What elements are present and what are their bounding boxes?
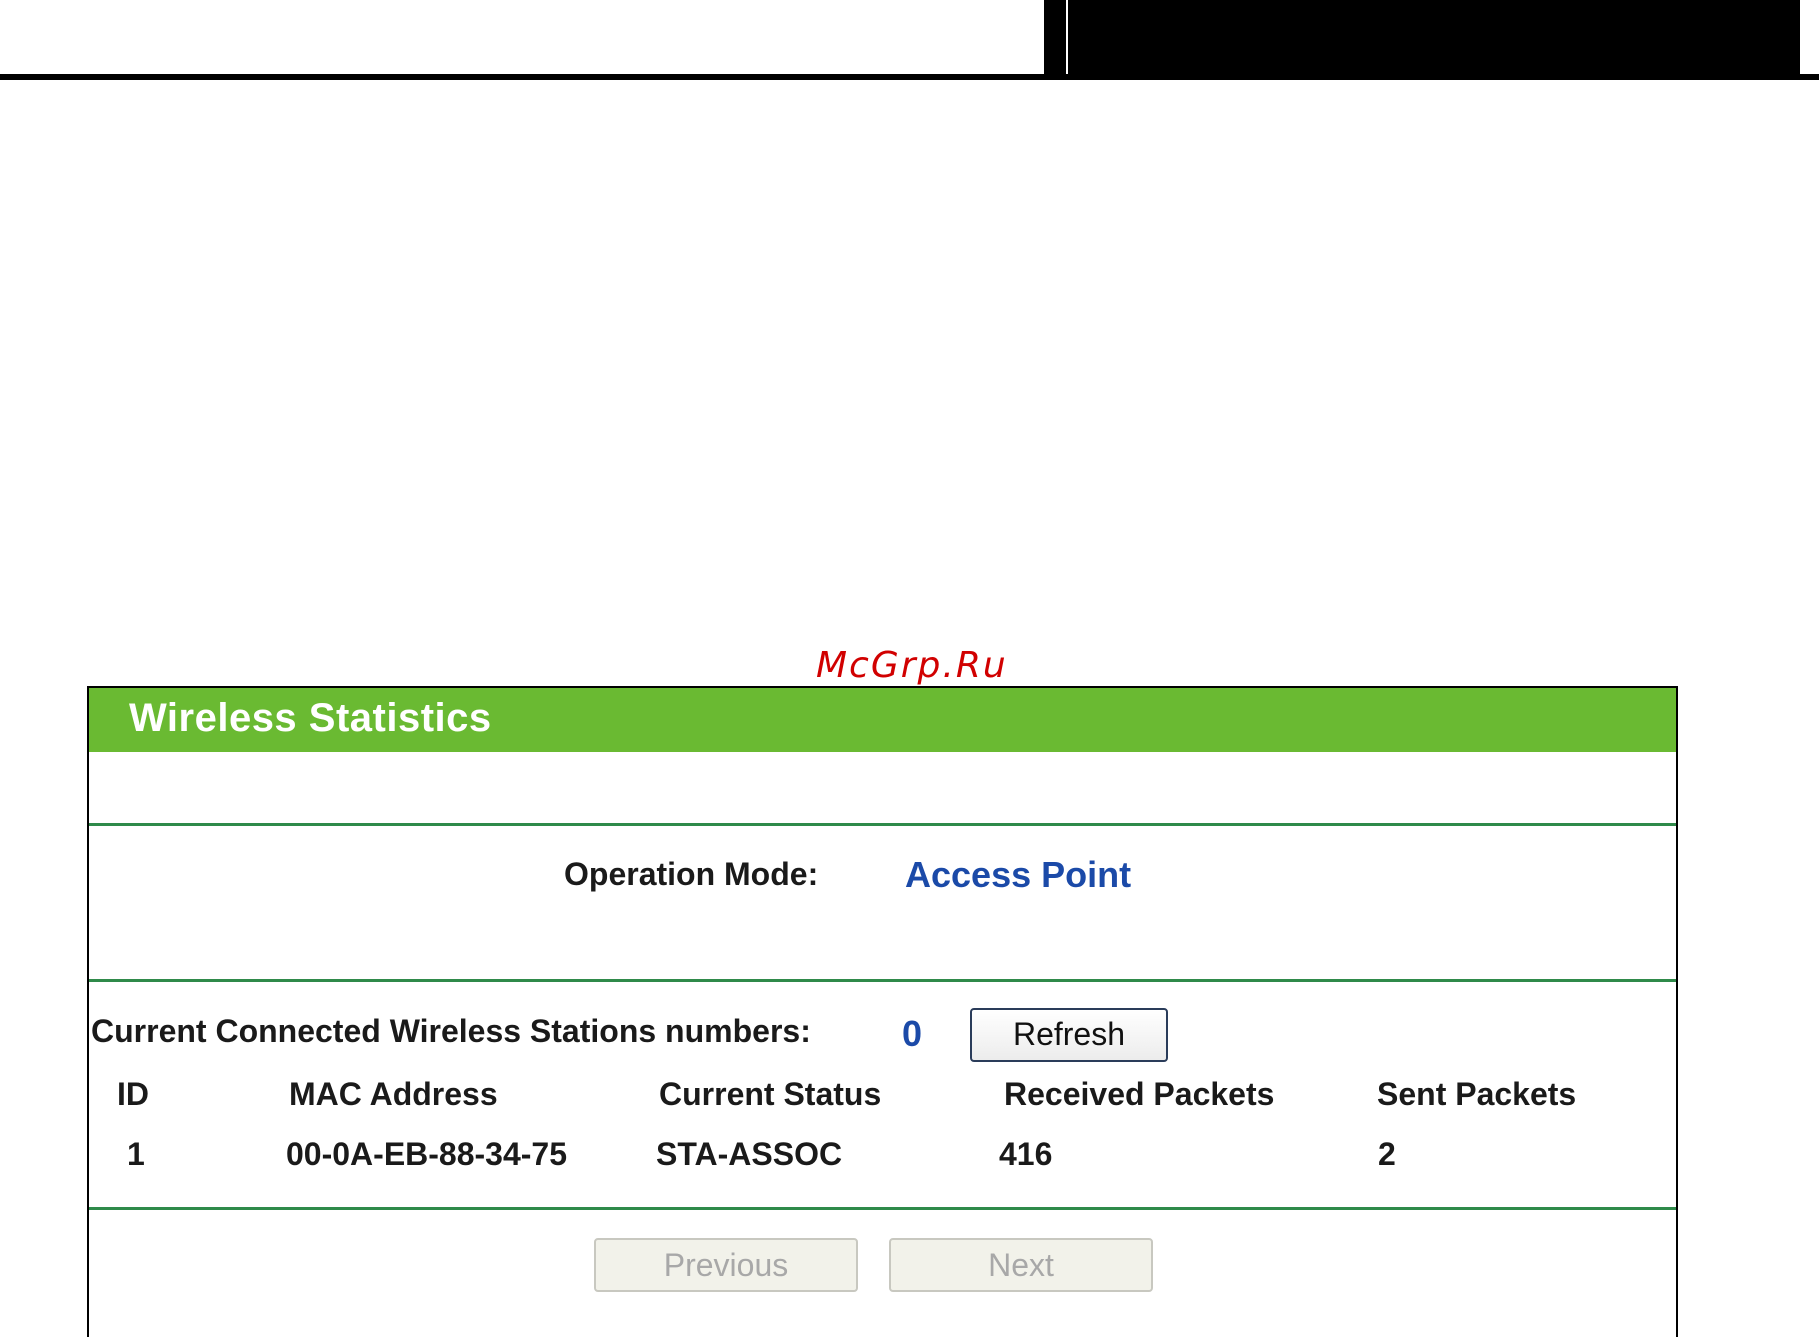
refresh-button[interactable]: Refresh <box>970 1008 1168 1062</box>
header-bar-edge <box>1066 0 1068 74</box>
previous-button[interactable]: Previous <box>594 1238 858 1292</box>
panel-header: Wireless Statistics <box>89 688 1676 752</box>
table-cell-mac: 00-0A-EB-88-34-75 <box>286 1136 568 1172</box>
table-cell-id: 1 <box>127 1136 145 1172</box>
watermark: McGrp.Ru <box>816 645 1008 686</box>
section-divider <box>89 979 1676 982</box>
table-cell-status: STA-ASSOC <box>656 1136 843 1172</box>
operation-mode-value: Access Point <box>905 854 1132 895</box>
table-header-id: ID <box>117 1076 149 1112</box>
table-header-mac: MAC Address <box>289 1076 498 1112</box>
panel-title: Wireless Statistics <box>129 696 492 740</box>
section-divider <box>89 823 1676 826</box>
table-cell-received: 416 <box>999 1136 1053 1172</box>
table-header-status: Current Status <box>659 1076 882 1112</box>
next-button[interactable]: Next <box>889 1238 1153 1292</box>
table-header-received: Received Packets <box>1004 1076 1275 1112</box>
header-bar-edge <box>1800 0 1802 74</box>
wireless-statistics-panel: Wireless Statistics Operation Mode: Acce… <box>87 686 1678 1337</box>
stations-count-label: Current Connected Wireless Stations numb… <box>91 1013 811 1049</box>
stations-count-value: 0 <box>902 1013 923 1054</box>
table-header-sent: Sent Packets <box>1377 1076 1577 1112</box>
section-divider <box>89 1207 1676 1210</box>
page-header-bar <box>1044 0 1802 78</box>
table-cell-sent: 2 <box>1378 1136 1396 1172</box>
page-header-rule <box>0 74 1819 80</box>
operation-mode-label: Operation Mode: <box>564 856 819 892</box>
